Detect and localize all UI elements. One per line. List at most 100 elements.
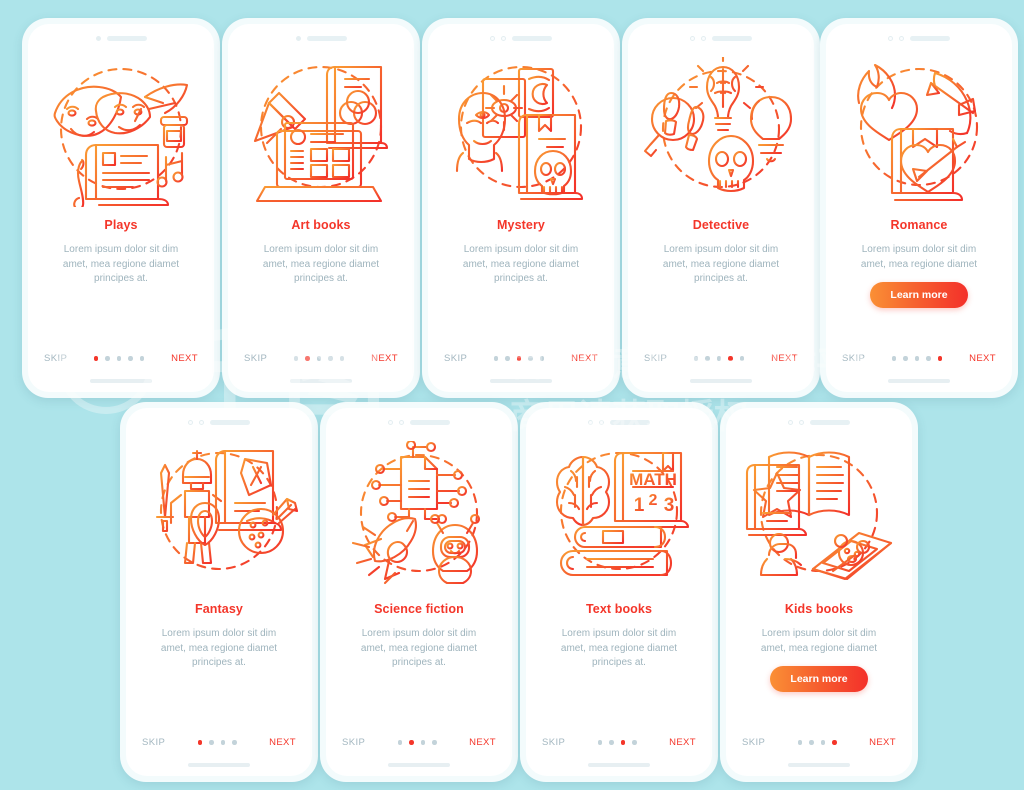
home-indicator[interactable] [290,379,352,383]
page-dot[interactable] [105,356,110,361]
page-dot[interactable] [339,356,345,361]
skip-button[interactable]: SKIP [742,737,765,748]
screen-title: Kids books [784,602,854,616]
page-dot[interactable] [93,356,99,361]
page-dot[interactable] [620,740,626,745]
next-button[interactable]: NEXT [571,353,598,364]
screen-title: Romance [890,218,948,232]
page-dot[interactable] [609,740,614,745]
screen-card-fantasy[interactable]: Fantasy Lorem ipsum dolor sit dim amet, … [120,402,318,782]
page-dot[interactable] [293,356,299,361]
sensor-dot-icon [399,419,404,425]
skip-button[interactable]: SKIP [842,353,865,364]
page-dot[interactable] [797,740,803,745]
page-dot[interactable] [139,356,145,361]
page-dot[interactable] [128,356,133,361]
skip-button[interactable]: SKIP [44,353,67,364]
page-dot[interactable] [926,356,931,361]
page-dot[interactable] [209,740,214,745]
page-dot[interactable] [914,356,920,361]
home-indicator[interactable] [388,763,450,767]
speaker-grille-icon [306,35,347,41]
skip-button[interactable]: SKIP [244,353,267,364]
page-dot[interactable] [220,740,226,745]
page-dot[interactable] [116,356,122,361]
screen-card-art-books[interactable]: Art books Lorem ipsum dolor sit dim amet… [222,18,420,398]
skip-button[interactable]: SKIP [644,353,667,364]
page-dot[interactable] [632,740,637,745]
screen-card-detective[interactable]: Detective Lorem ipsum dolor sit dim amet… [622,18,820,398]
pager-row: SKIP NEXT [826,353,1012,364]
next-button[interactable]: NEXT [171,353,198,364]
screen-description: Lorem ipsum dolor sit dim amet, mea regi… [760,628,878,654]
page-dots [597,740,637,745]
page-dot[interactable] [316,356,322,361]
page-dot[interactable] [516,356,522,361]
screen-card-mystery[interactable]: Mystery Lorem ipsum dolor sit dim amet, … [422,18,620,398]
illustration-tarot-third-eye-skull-book [428,50,614,212]
page-dot[interactable] [528,356,533,361]
status-notch [526,408,712,434]
next-button[interactable]: NEXT [371,353,398,364]
screen-body: MATH 1 2 3 Text books Lorem ipsum dolor … [526,408,712,776]
skip-button[interactable]: SKIP [342,737,365,748]
page-dot[interactable] [937,356,943,361]
skip-button[interactable]: SKIP [142,737,165,748]
page-dot[interactable] [397,740,403,745]
home-indicator[interactable] [888,379,950,383]
screen-title: Plays [104,218,138,232]
sensor-dot-icon [701,35,706,41]
screen-card-text-books[interactable]: MATH 1 2 3 Text books Lorem ipsum dolor … [520,402,718,782]
home-indicator[interactable] [690,379,752,383]
page-dot[interactable] [891,356,897,361]
page-dot[interactable] [197,740,203,745]
next-button[interactable]: NEXT [469,737,496,748]
speaker-grille-icon [712,35,752,41]
page-dot[interactable] [328,356,333,361]
screen-body: Detective Lorem ipsum dolor sit dim amet… [628,24,814,392]
next-button[interactable]: NEXT [669,737,696,748]
page-dot[interactable] [420,740,426,745]
home-indicator[interactable] [788,763,850,767]
home-indicator[interactable] [188,763,250,767]
sensor-dot-icon [799,419,804,425]
page-dot[interactable] [539,356,545,361]
screen-card-plays[interactable]: Plays Lorem ipsum dolor sit dim amet, me… [22,18,220,398]
illustration-flaming-heart-bow-arrow-book [826,50,1012,212]
home-indicator[interactable] [588,763,650,767]
page-dot[interactable] [305,356,310,361]
status-notch [628,24,814,50]
next-button[interactable]: NEXT [771,353,798,364]
page-dot[interactable] [232,740,237,745]
skip-button[interactable]: SKIP [444,353,467,364]
page-dot[interactable] [693,356,699,361]
next-button[interactable]: NEXT [269,737,296,748]
page-dot[interactable] [493,356,499,361]
page-dot[interactable] [832,740,837,745]
screen-card-kids-books[interactable]: Kids books Lorem ipsum dolor sit dim ame… [720,402,918,782]
screen-card-science-fiction[interactable]: Science fiction Lorem ipsum dolor sit di… [320,402,518,782]
screen-description: Lorem ipsum dolor sit dim amet, mea regi… [560,628,678,668]
page-dot[interactable] [597,740,603,745]
page-dot[interactable] [409,740,414,745]
next-button[interactable]: NEXT [969,353,996,364]
page-dot[interactable] [739,356,745,361]
skip-button[interactable]: SKIP [542,737,565,748]
screen-description: Lorem ipsum dolor sit dim amet, mea regi… [262,244,380,284]
page-dot[interactable] [809,740,814,745]
home-indicator[interactable] [490,379,552,383]
page-dot[interactable] [728,356,733,361]
page-dot[interactable] [903,356,908,361]
sensor-dot-icon [899,35,904,41]
page-dot[interactable] [505,356,510,361]
home-indicator[interactable] [90,379,152,383]
page-dot[interactable] [432,740,437,745]
screen-card-romance[interactable]: Romance Lorem ipsum dolor sit dim amet, … [820,18,1018,398]
next-button[interactable]: NEXT [869,737,896,748]
page-dot[interactable] [716,356,722,361]
home-indicator-area [28,370,214,392]
learn-more-button[interactable]: Learn more [770,666,868,692]
learn-more-button[interactable]: Learn more [870,282,968,308]
page-dot[interactable] [705,356,710,361]
page-dot[interactable] [820,740,826,745]
